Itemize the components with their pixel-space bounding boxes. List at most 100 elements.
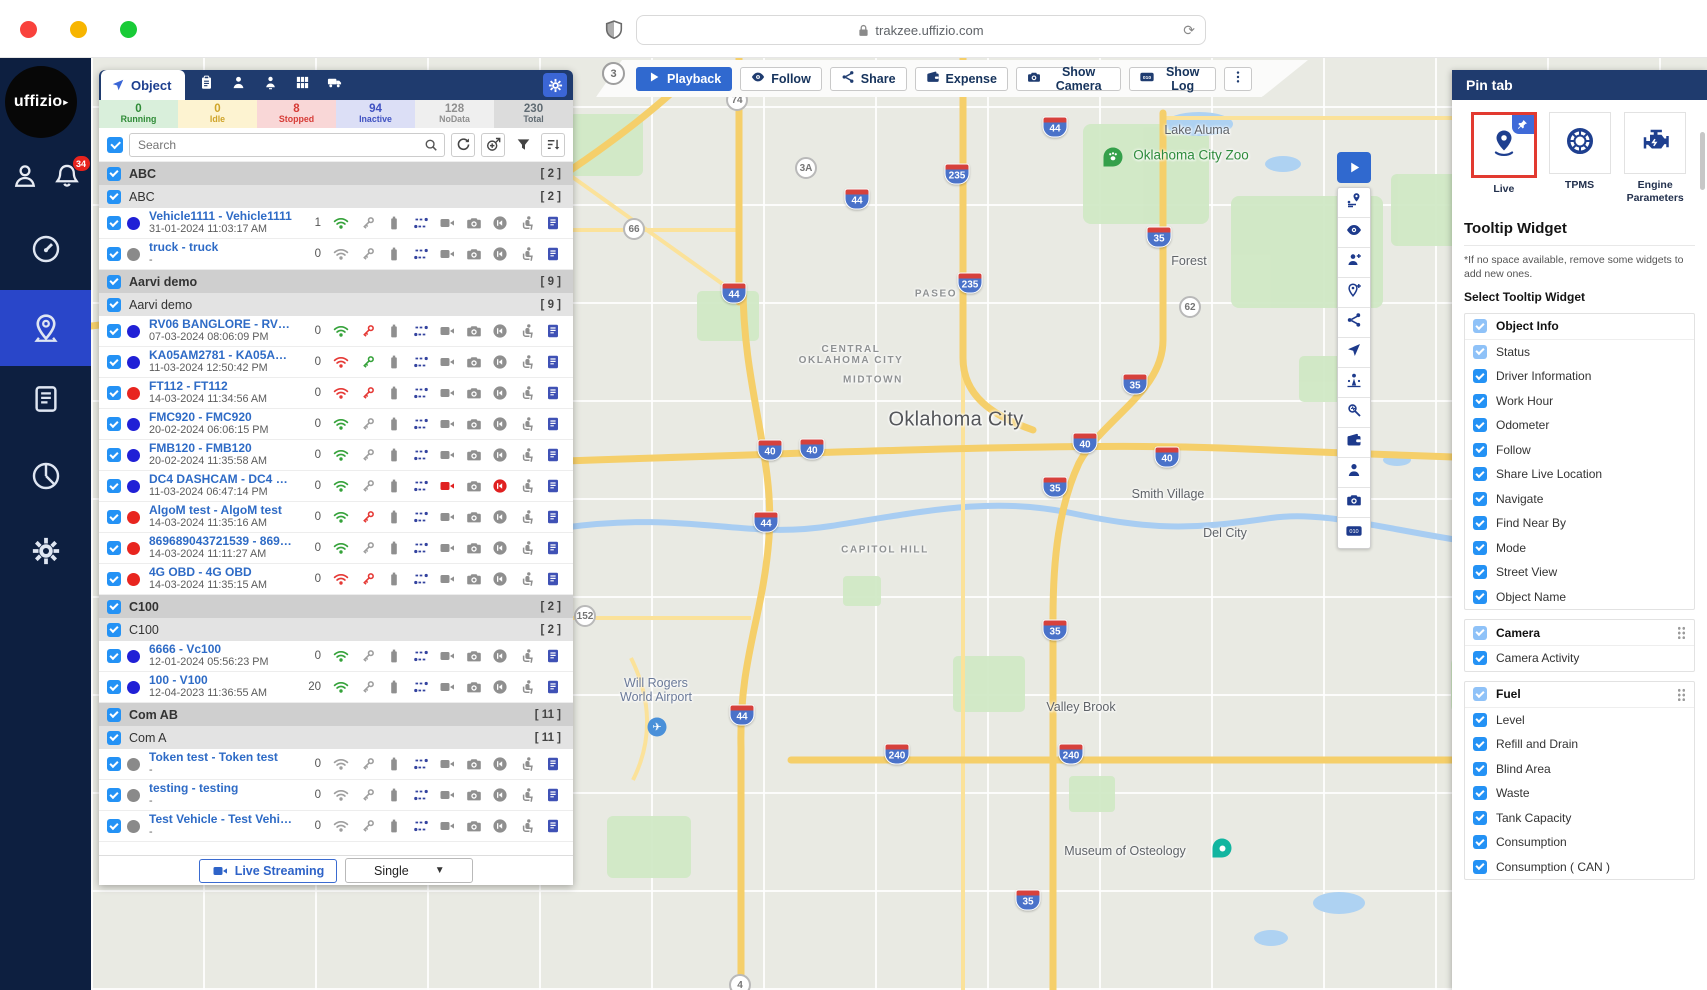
camera-icon[interactable]	[466, 354, 482, 370]
side-trip-pin-button[interactable]	[1338, 188, 1370, 218]
battery-icon[interactable]	[386, 215, 402, 231]
video-icon[interactable]	[439, 478, 455, 494]
route-icon[interactable]	[413, 385, 429, 401]
side-street-view-button[interactable]	[1338, 368, 1370, 398]
seat-icon[interactable]	[519, 246, 535, 262]
person-icon[interactable]	[263, 75, 278, 95]
side-wallet-button[interactable]	[1338, 428, 1370, 458]
vehicle-row[interactable]: RV06 BANGLORE - RV06 B...07-03-2024 08:0…	[99, 316, 573, 347]
widget-checkbox[interactable]	[1473, 786, 1487, 800]
follow-button[interactable]: Follow	[740, 67, 822, 91]
key-icon[interactable]	[360, 447, 376, 463]
video-icon[interactable]	[439, 648, 455, 664]
bell-icon[interactable]: 34	[54, 163, 80, 189]
route-icon[interactable]	[413, 447, 429, 463]
vehicle-row[interactable]: 4G OBD - 4G OBD14-03-2024 11:35:15 AM0	[99, 564, 573, 595]
report-doc-icon[interactable]	[545, 787, 561, 803]
playback-icon[interactable]	[492, 478, 508, 494]
camera-icon[interactable]	[466, 447, 482, 463]
battery-icon[interactable]	[386, 679, 402, 695]
route-icon[interactable]	[413, 818, 429, 834]
side-diagnostic-button[interactable]	[1338, 398, 1370, 428]
route-icon[interactable]	[413, 509, 429, 525]
wifi-icon[interactable]	[333, 323, 349, 339]
route-icon[interactable]	[413, 787, 429, 803]
battery-icon[interactable]	[386, 787, 402, 803]
side-camera-button[interactable]	[1338, 488, 1370, 518]
side-share-button[interactable]	[1338, 308, 1370, 338]
group-checkbox[interactable]	[107, 298, 121, 312]
user-icon[interactable]	[12, 163, 38, 189]
seat-icon[interactable]	[519, 818, 535, 834]
widget-item-share-live-location[interactable]: Share Live Location	[1465, 462, 1694, 487]
clipboard-icon[interactable]	[199, 75, 214, 95]
vehicle-row[interactable]: FMC920 - FMC92020-02-2024 06:06:15 PM0	[99, 409, 573, 440]
widget-checkbox[interactable]	[1473, 811, 1487, 825]
group-checkbox[interactable]	[107, 167, 121, 181]
camera-icon[interactable]	[466, 509, 482, 525]
vehicle-row[interactable]: 100 - V10012-04-2023 11:36:55 AM20	[99, 672, 573, 703]
wifi-icon[interactable]	[333, 416, 349, 432]
widget-item-work-hour[interactable]: Work Hour	[1465, 389, 1694, 414]
sidebar-item-dashboard[interactable]	[0, 221, 91, 277]
show-camera-button[interactable]: Show Camera	[1016, 67, 1121, 91]
camera-icon[interactable]	[466, 540, 482, 556]
status-counter-nodata[interactable]: 128NoData	[415, 100, 494, 128]
camera-icon[interactable]	[466, 246, 482, 262]
vehicle-row[interactable]: testing - testing-0	[99, 780, 573, 811]
widget-item-mode[interactable]: Mode	[1465, 536, 1694, 561]
show-log-button[interactable]: 010Show Log	[1129, 67, 1216, 91]
key-icon[interactable]	[360, 818, 376, 834]
key-icon[interactable]	[360, 323, 376, 339]
route-icon[interactable]	[413, 756, 429, 772]
widget-checkbox[interactable]	[1473, 443, 1487, 457]
widget-checkbox[interactable]	[1473, 345, 1487, 359]
battery-icon[interactable]	[386, 540, 402, 556]
report-doc-icon[interactable]	[545, 215, 561, 231]
video-icon[interactable]	[439, 385, 455, 401]
battery-icon[interactable]	[386, 818, 402, 834]
vehicle-row[interactable]: 869689043721539 - 86968...14-03-2024 11:…	[99, 533, 573, 564]
status-counter-inactive[interactable]: 94Inactive	[336, 100, 415, 128]
vehicle-name[interactable]: KA05AM2781 - KA05AM27...	[149, 349, 295, 362]
wifi-icon[interactable]	[333, 246, 349, 262]
vehicle-name[interactable]: DC4 DASHCAM - DC4 DAS...	[149, 473, 295, 486]
vehicle-name[interactable]: 6666 - Vc100	[149, 643, 295, 656]
vehicle-row[interactable]: Vehicle1111 - Vehicle111131-01-2024 11:0…	[99, 208, 573, 239]
video-icon[interactable]	[439, 787, 455, 803]
battery-icon[interactable]	[386, 416, 402, 432]
status-counter-total[interactable]: 230Total	[494, 100, 573, 128]
share-button[interactable]: Share	[830, 67, 907, 91]
wifi-icon[interactable]	[333, 571, 349, 587]
side-add-pin-button[interactable]	[1338, 278, 1370, 308]
seat-icon[interactable]	[519, 787, 535, 803]
widget-item-tank-capacity[interactable]: Tank Capacity	[1465, 806, 1694, 831]
side-navigate-button[interactable]	[1338, 338, 1370, 368]
widget-checkbox[interactable]	[1473, 590, 1487, 604]
route-icon[interactable]	[413, 215, 429, 231]
subgroup-row[interactable]: Aarvi demo[ 9 ]	[99, 293, 573, 316]
playback-icon[interactable]	[492, 354, 508, 370]
live-streaming-button[interactable]: Live Streaming	[199, 859, 338, 883]
add-object-button[interactable]	[481, 133, 505, 157]
report-doc-icon[interactable]	[545, 509, 561, 525]
wifi-icon[interactable]	[333, 509, 349, 525]
vehicle-name[interactable]: AlgoM test - AlgoM test	[149, 504, 295, 517]
wifi-icon[interactable]	[333, 478, 349, 494]
vehicle-name[interactable]: Test Vehicle - Test Vehicle	[149, 813, 295, 826]
vehicle-checkbox[interactable]	[107, 572, 121, 586]
pin-card-live[interactable]: Live	[1466, 112, 1542, 204]
playback-icon[interactable]	[492, 787, 508, 803]
group-checkbox[interactable]	[107, 600, 121, 614]
widget-checkbox[interactable]	[1473, 860, 1487, 874]
video-icon[interactable]	[439, 215, 455, 231]
key-icon[interactable]	[360, 787, 376, 803]
vehicle-row[interactable]: truck - truck-0	[99, 239, 573, 270]
video-icon[interactable]	[439, 509, 455, 525]
playback-icon[interactable]	[492, 571, 508, 587]
video-icon[interactable]	[439, 354, 455, 370]
vehicle-name[interactable]: 4G OBD - 4G OBD	[149, 566, 295, 579]
key-icon[interactable]	[360, 509, 376, 525]
vehicle-name[interactable]: 100 - V100	[149, 674, 295, 687]
key-icon[interactable]	[360, 648, 376, 664]
